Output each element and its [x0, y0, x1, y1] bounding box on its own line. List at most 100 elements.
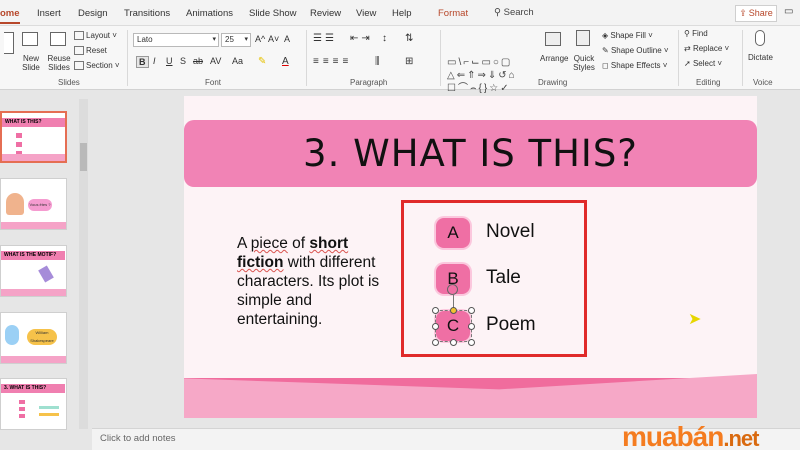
section-button[interactable]: Section ˅: [74, 61, 120, 71]
tab-design[interactable]: Design: [78, 8, 108, 19]
share-button[interactable]: ⇪ Share: [735, 5, 777, 22]
highlight-color-icon[interactable]: ✎: [258, 56, 266, 67]
slide-thumbnail[interactable]: WHAT IS THE MOTIF?: [0, 245, 67, 297]
resize-handle[interactable]: [432, 323, 439, 330]
resize-handle[interactable]: [468, 323, 475, 330]
group-divider: [742, 30, 743, 86]
bullets-icon[interactable]: ☰☰: [313, 33, 337, 44]
option-a-badge[interactable]: A: [436, 218, 470, 248]
font-family-select[interactable]: Lato ▾: [133, 33, 219, 47]
avatar: [5, 325, 19, 345]
mouse-cursor-icon: ➤: [688, 311, 702, 328]
font-color-button[interactable]: A: [282, 56, 289, 67]
ribbon: New Slide Reuse Slides Layout ˅ Reset Se…: [0, 26, 800, 94]
text-shadow-button[interactable]: ab: [193, 56, 203, 66]
slide-canvas[interactable]: 3. WHAT IS THIS? A piece of short fictio…: [184, 96, 757, 418]
italic-button[interactable]: I: [153, 56, 156, 66]
tab-transitions[interactable]: Transitions: [124, 8, 170, 19]
selection-frame: [435, 310, 472, 342]
thumbnail-option: [16, 142, 22, 147]
bold-button[interactable]: B: [136, 56, 149, 68]
slide-thumbnail[interactable]: 3. WHAT IS THIS?: [0, 378, 67, 430]
decrease-font-button[interactable]: A˅: [268, 34, 279, 44]
shape-outline-button[interactable]: ✎ Shape Outline ˅: [602, 46, 669, 55]
strikethrough-button[interactable]: S: [180, 56, 186, 66]
tab-insert[interactable]: Insert: [37, 8, 61, 19]
layout-button[interactable]: Layout ˅: [74, 31, 117, 41]
smartart-icon[interactable]: ⊞: [405, 56, 413, 67]
character-spacing-button[interactable]: AV: [210, 56, 221, 66]
arrange-icon[interactable]: [545, 32, 561, 46]
reuse-slides-icon[interactable]: [50, 32, 66, 46]
tab-home[interactable]: ome: [0, 8, 20, 24]
columns-icon[interactable]: ⫼: [375, 56, 380, 67]
arrange-button[interactable]: Arrange: [540, 54, 568, 63]
tab-animations[interactable]: Animations: [186, 8, 233, 19]
slide-thumbnail[interactable]: William Shakespeare: [0, 312, 67, 364]
slide-thumbnail[interactable]: Vous êtes ?: [0, 178, 67, 230]
tab-view[interactable]: View: [356, 8, 376, 19]
reset-button[interactable]: Reset: [74, 46, 107, 56]
font-size-select[interactable]: 25 ▾: [221, 33, 251, 47]
dictate-button[interactable]: Dictate: [748, 53, 773, 62]
change-case-button[interactable]: Aa: [232, 56, 243, 66]
watermark-tld: .net: [723, 426, 759, 450]
resize-handle[interactable]: [450, 339, 457, 346]
search-box[interactable]: ⚲ Search: [494, 7, 534, 18]
shape-fill-label: Shape Fill: [610, 31, 646, 40]
shapes-gallery[interactable]: ▭\⌐⌙▭○▢ △⇐⇑⇒⇓↺⌂ ☐⌒⌢{}☆✓: [447, 56, 529, 96]
indent-icon[interactable]: ⇤⇥: [350, 33, 373, 44]
tab-format[interactable]: Format: [438, 8, 468, 19]
increase-font-button[interactable]: A^: [255, 34, 265, 44]
shape-effects-button[interactable]: ◻ Shape Effects ˅: [602, 61, 667, 70]
resize-handle[interactable]: [450, 307, 457, 314]
new-slide-button[interactable]: New Slide: [20, 54, 42, 72]
underline-button[interactable]: U: [166, 56, 173, 66]
paragraph-group-label: Paragraph: [350, 78, 388, 87]
notes-placeholder[interactable]: Click to add notes: [100, 433, 176, 444]
option-b-label[interactable]: Tale: [486, 267, 521, 289]
resize-handle[interactable]: [468, 339, 475, 346]
find-button[interactable]: ⚲ Find: [684, 29, 708, 38]
clear-formatting-button[interactable]: A: [284, 34, 290, 44]
tab-help[interactable]: Help: [392, 8, 412, 19]
share-icon: ⇪: [739, 8, 747, 18]
option-c-label[interactable]: Poem: [486, 314, 536, 336]
thumbnail-title: WHAT IS THE MOTIF?: [1, 251, 65, 260]
description-text: piece: [250, 235, 288, 252]
replace-button[interactable]: ⇄ Replace ˅: [684, 44, 729, 53]
slide-title[interactable]: 3. WHAT IS THIS?: [184, 120, 757, 187]
quick-styles-button[interactable]: Quick Styles: [571, 54, 597, 72]
chevron-down-icon: ▾: [212, 36, 216, 43]
watermark-logo: muabán.net: [622, 421, 759, 450]
thumbnail-deco: [39, 413, 59, 416]
resize-handle[interactable]: [432, 339, 439, 346]
quick-styles-icon[interactable]: [576, 30, 590, 46]
option-a-label[interactable]: Novel: [486, 221, 535, 243]
shape-fill-button[interactable]: ◈ Shape Fill ˅: [602, 31, 653, 40]
thumbnail-option: [19, 414, 25, 418]
scrollbar-thumb[interactable]: [80, 143, 87, 171]
slide-thumbnail[interactable]: WHAT IS THIS?: [0, 111, 67, 163]
select-button[interactable]: ➚ Select ˅: [684, 59, 722, 68]
share-label: Share: [748, 8, 773, 18]
microphone-icon[interactable]: [755, 30, 765, 46]
comments-icon[interactable]: ▭: [784, 6, 793, 17]
resize-handle[interactable]: [432, 307, 439, 314]
resize-handle[interactable]: [468, 307, 475, 314]
new-slide-icon[interactable]: [22, 32, 38, 46]
line-spacing-icon[interactable]: ↕: [382, 33, 387, 44]
replace-icon: ⇄: [684, 44, 693, 53]
thumbnail-option: [19, 407, 25, 411]
paste-icon[interactable]: [4, 32, 14, 54]
align-icons[interactable]: ≡≡≡≡: [313, 56, 352, 67]
ribbon-tab-bar: ome Insert Design Transitions Animations…: [0, 0, 800, 26]
search-label: Search: [503, 7, 534, 18]
tab-slide-show[interactable]: Slide Show: [249, 8, 297, 19]
text-direction-icon[interactable]: ⇅: [405, 33, 413, 44]
question-description[interactable]: A piece of short fiction with different …: [237, 234, 392, 329]
tab-review[interactable]: Review: [310, 8, 341, 19]
rotate-handle[interactable]: [447, 284, 458, 295]
reuse-slides-button[interactable]: Reuse Slides: [47, 54, 71, 72]
select-label: Select: [692, 59, 716, 68]
